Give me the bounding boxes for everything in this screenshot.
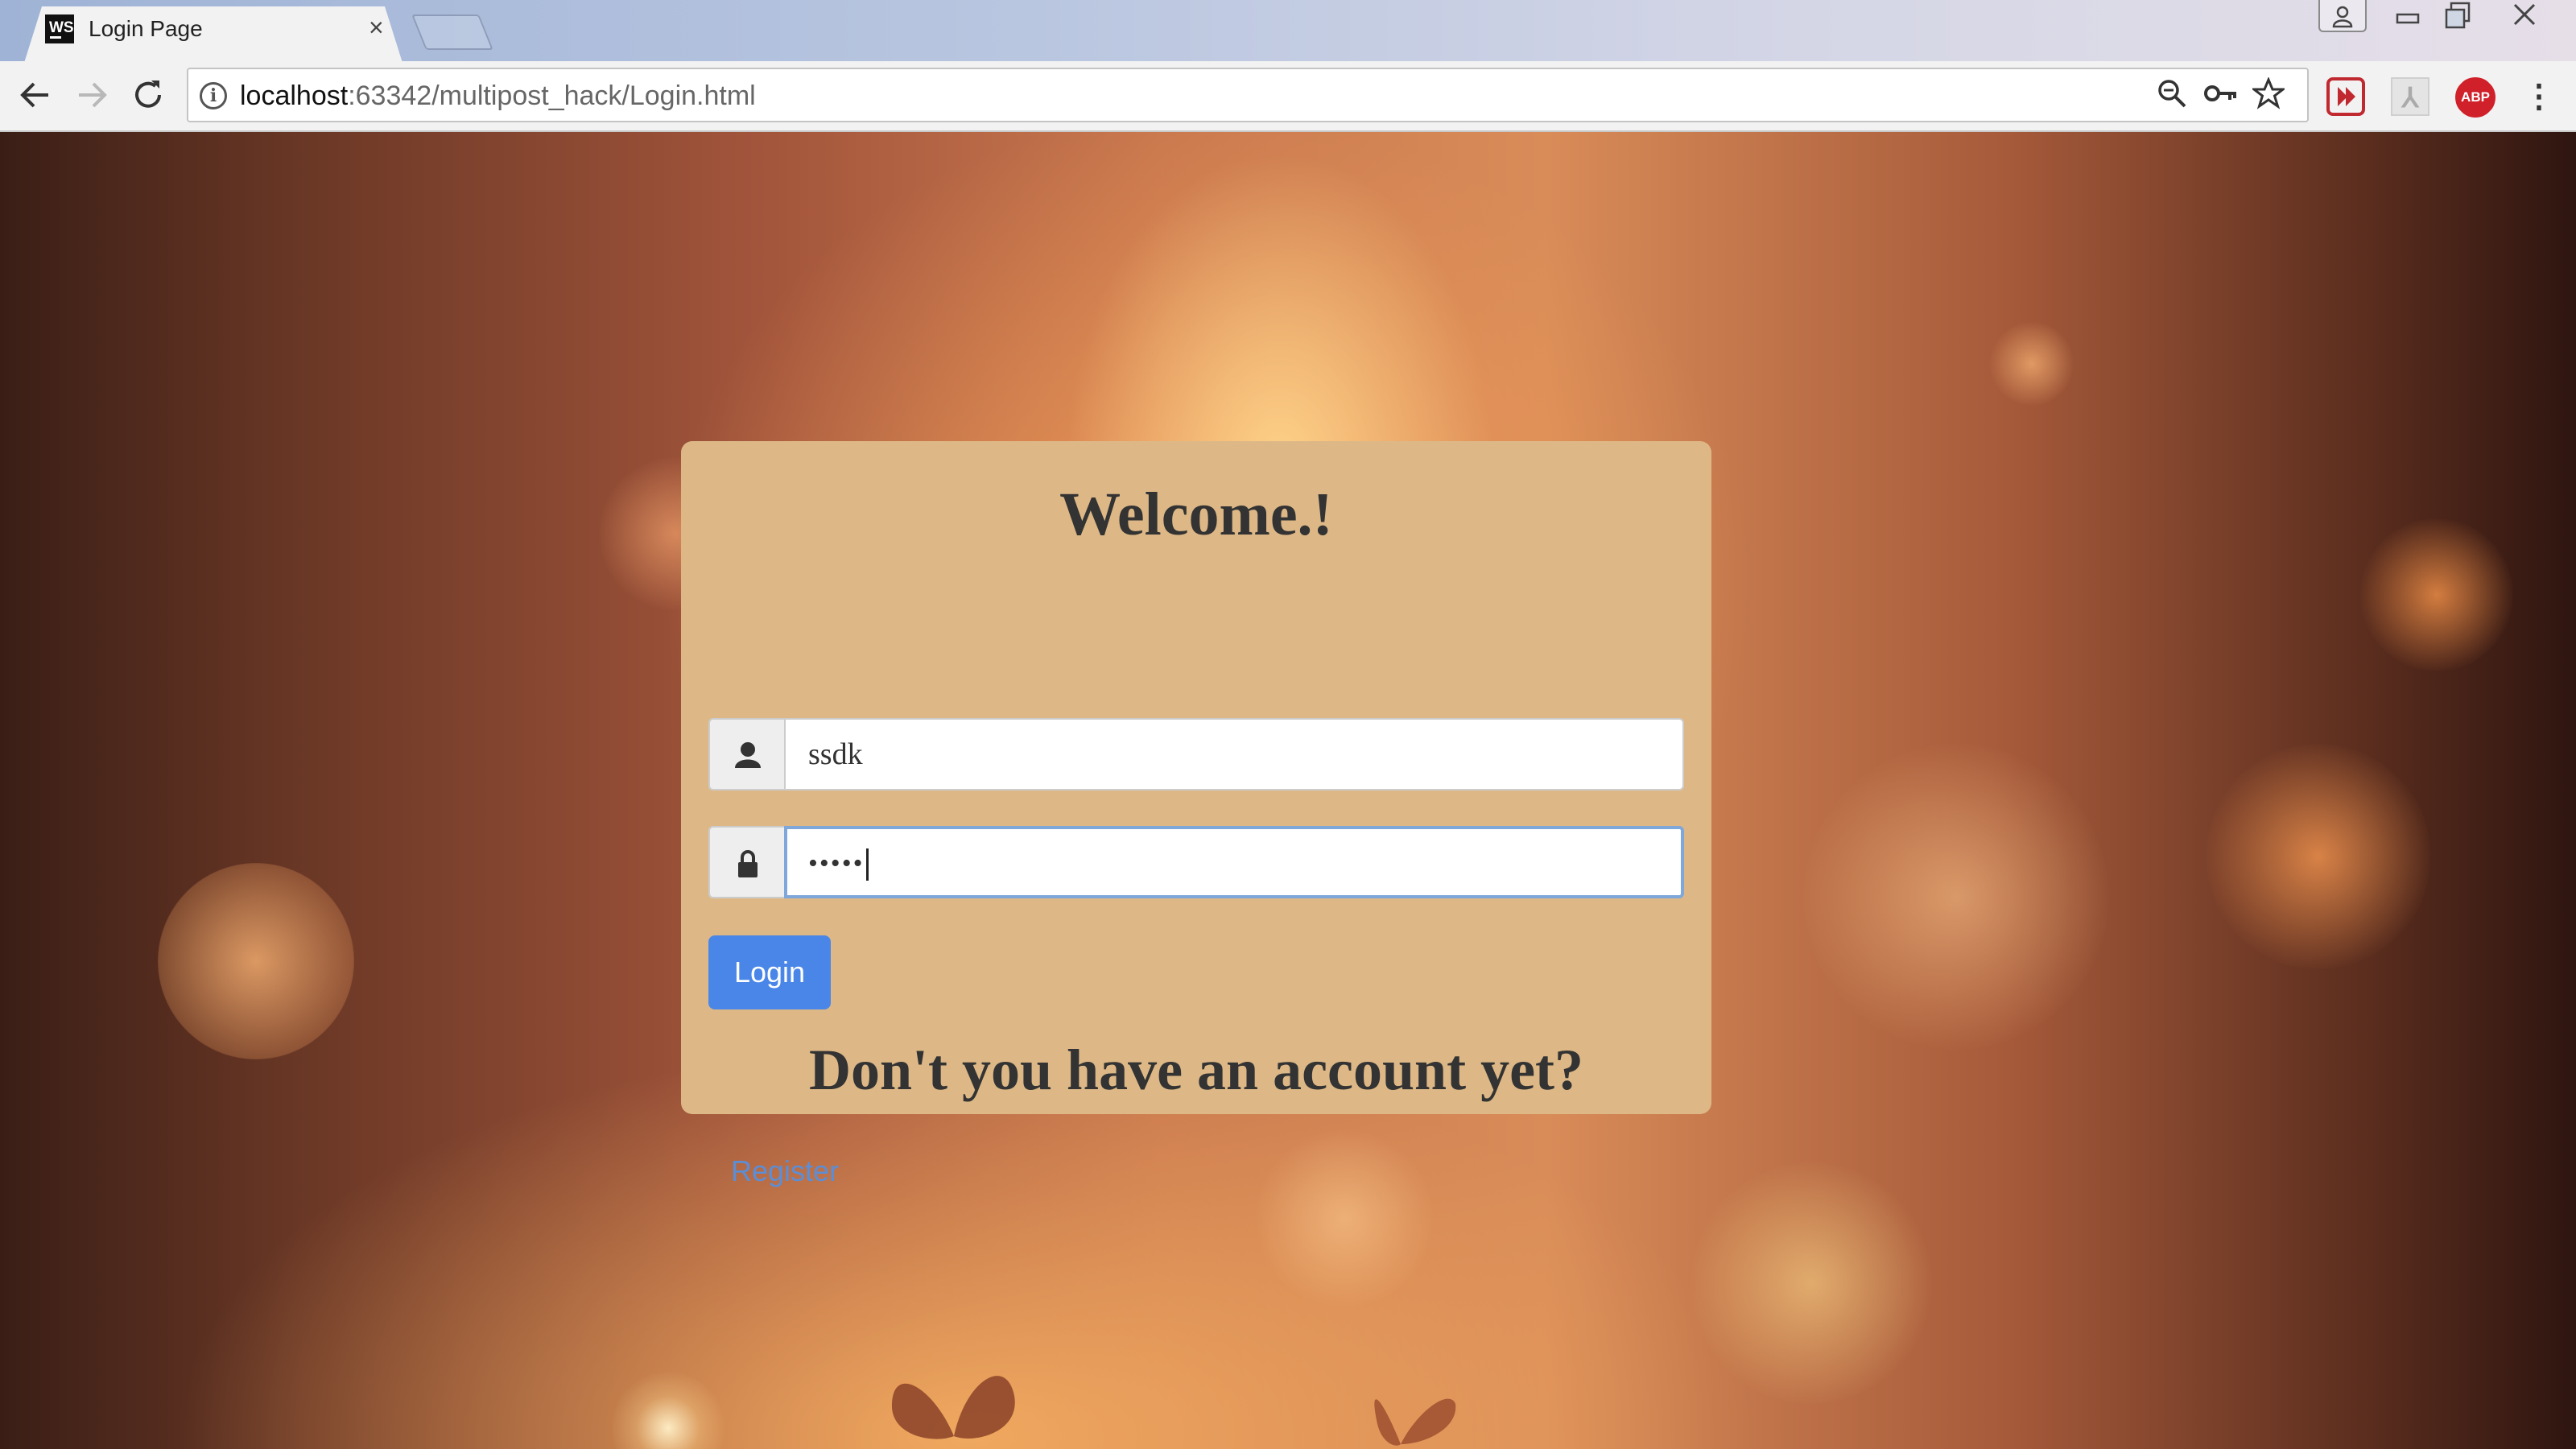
- bookmark-star-icon[interactable]: [2249, 76, 2288, 116]
- close-window-icon[interactable]: [2486, 0, 2563, 32]
- username-addon: [708, 718, 784, 791]
- forward-icon[interactable]: [71, 77, 113, 119]
- bokeh-light: [1690, 1162, 1932, 1404]
- adblock-plus-icon[interactable]: ABP: [2455, 77, 2496, 118]
- bokeh-light: [2206, 744, 2431, 969]
- bokeh-light: [1803, 744, 2109, 1050]
- restore-icon[interactable]: [2433, 0, 2483, 32]
- no-account-heading: Don't you have an account yet?: [808, 1038, 1583, 1102]
- url-path: :63342/multipost_hack/Login.html: [348, 80, 756, 111]
- pdf-extension-icon[interactable]: ⅄: [2391, 77, 2429, 116]
- site-info-icon[interactable]: i: [200, 82, 227, 109]
- minimize-icon[interactable]: [2383, 0, 2433, 32]
- login-card: Welcome.! ssdk ••••• Login Don't you hav…: [681, 441, 1711, 1187]
- username-group: ssdk: [708, 718, 1684, 791]
- address-bar[interactable]: i localhost:63342/multipost_hack/Login.h…: [187, 68, 2309, 122]
- lock-icon: [738, 850, 758, 877]
- back-icon[interactable]: [14, 77, 56, 119]
- video-extension-icon[interactable]: [2326, 77, 2365, 116]
- password-addon: [708, 826, 784, 898]
- new-tab-button[interactable]: [411, 14, 493, 50]
- page-title: Welcome.!: [1059, 481, 1333, 548]
- password-input[interactable]: •••••: [784, 826, 1684, 898]
- page-viewport: Welcome.! ssdk ••••• Login Don't you hav…: [0, 132, 2576, 1449]
- bokeh-light: [2360, 518, 2513, 671]
- bokeh-light: [1256, 1130, 1433, 1307]
- tab-close-icon[interactable]: ×: [369, 13, 384, 42]
- login-button[interactable]: Login: [708, 935, 831, 1009]
- password-dots: •••••: [808, 848, 865, 878]
- tab-title: Login Page: [89, 16, 203, 41]
- key-icon[interactable]: [2201, 77, 2240, 116]
- reload-icon[interactable]: [127, 77, 169, 119]
- browser-title-bar: WS Login Page ×: [0, 0, 2576, 63]
- profile-icon[interactable]: [2318, 0, 2367, 32]
- webstorm-favicon-icon: WS: [45, 14, 74, 43]
- butterfly-silhouette: [891, 1376, 1015, 1439]
- bokeh-light: [158, 863, 354, 1059]
- url-host: localhost: [240, 80, 349, 111]
- butterfly-silhouette: [1374, 1398, 1456, 1446]
- text-caret: [865, 848, 869, 881]
- bokeh-light: [1990, 322, 2074, 406]
- password-group: •••••: [708, 826, 1684, 898]
- register-link[interactable]: Register: [731, 1154, 839, 1188]
- url-text[interactable]: localhost:63342/multipost_hack/Login.htm…: [240, 80, 756, 112]
- menu-icon[interactable]: ⋮: [2520, 76, 2558, 118]
- username-input[interactable]: ssdk: [784, 718, 1684, 791]
- user-icon: [735, 742, 761, 768]
- bokeh-light: [612, 1372, 724, 1449]
- zoom-icon[interactable]: [2153, 77, 2191, 116]
- browser-toolbar: i localhost:63342/multipost_hack/Login.h…: [0, 61, 2576, 132]
- tab-login-page[interactable]: [24, 6, 402, 63]
